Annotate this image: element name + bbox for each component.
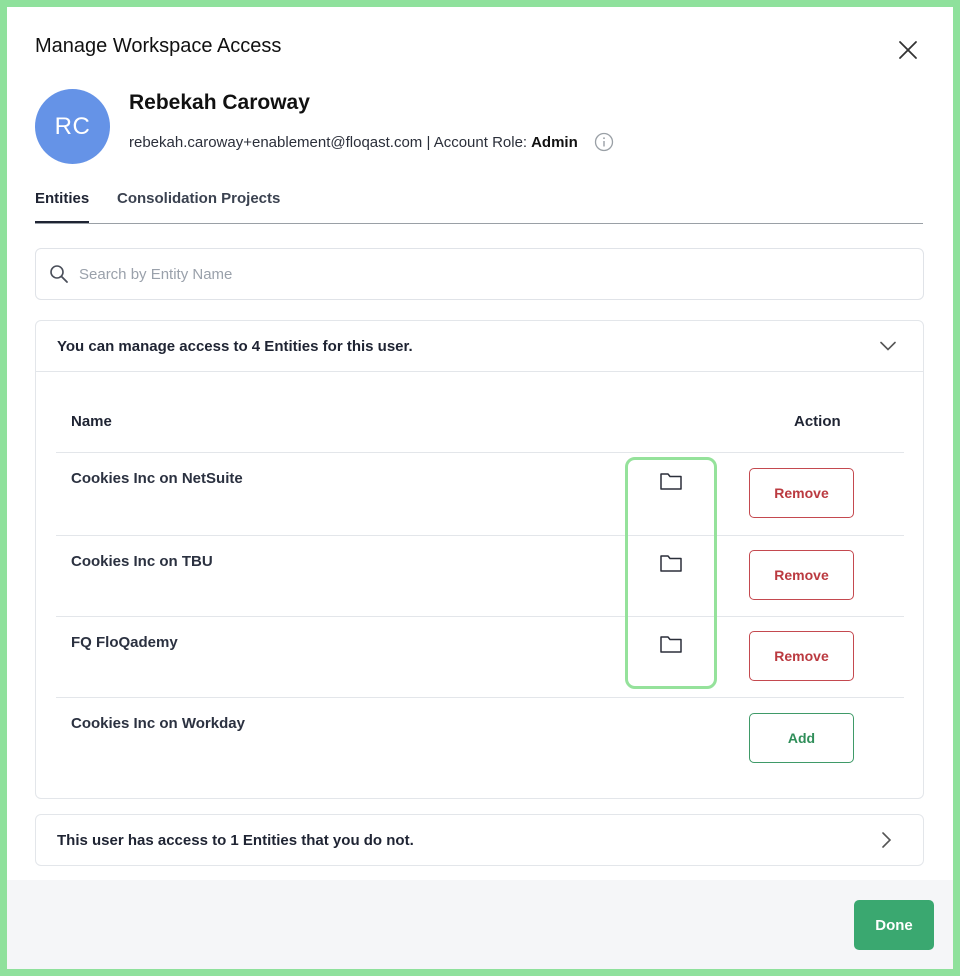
managed-entities-panel: You can manage access to 4 Entities for … [35, 320, 924, 799]
user-meta: rebekah.caroway+enablement@floqast.com |… [129, 132, 614, 152]
row-divider [56, 535, 904, 536]
managed-entities-summary: You can manage access to 4 Entities for … [57, 337, 413, 355]
account-role: Admin [531, 133, 578, 151]
folder-icon[interactable] [659, 633, 683, 655]
entity-name: Cookies Inc on TBU [71, 553, 213, 570]
folder-icon[interactable] [659, 470, 683, 492]
tab-entities[interactable]: Entities [35, 190, 90, 223]
column-header-action: Action [794, 413, 841, 430]
entity-name: FQ FloQademy [71, 634, 178, 651]
modal-footer: Done [7, 880, 953, 969]
tab-bar: Entities Consolidation Projects [35, 187, 923, 224]
folder-icon[interactable] [659, 552, 683, 574]
remove-button[interactable]: Remove [749, 468, 854, 518]
close-icon [899, 41, 917, 59]
row-divider [56, 616, 904, 617]
unmanaged-entities-panel[interactable]: This user has access to 1 Entities that … [35, 814, 924, 866]
entity-name: Cookies Inc on Workday [71, 715, 245, 732]
remove-button[interactable]: Remove [749, 550, 854, 600]
manage-access-modal: Manage Workspace Access RC Rebekah Carow… [7, 7, 953, 969]
column-header-name: Name [71, 413, 112, 430]
chevron-down-icon [879, 337, 897, 355]
close-button[interactable] [895, 37, 921, 63]
search-icon [49, 264, 69, 284]
remove-button[interactable]: Remove [749, 631, 854, 681]
row-divider [56, 452, 904, 453]
unmanaged-entities-summary: This user has access to 1 Entities that … [57, 831, 414, 849]
info-icon[interactable] [594, 132, 614, 152]
modal-title: Manage Workspace Access [35, 35, 282, 57]
add-button[interactable]: Add [749, 713, 854, 763]
entity-name: Cookies Inc on NetSuite [71, 470, 243, 487]
row-divider [56, 697, 904, 698]
user-name: Rebekah Caroway [129, 91, 310, 114]
tab-consolidation-projects[interactable]: Consolidation Projects [117, 190, 280, 221]
managed-entities-header[interactable]: You can manage access to 4 Entities for … [36, 321, 923, 372]
user-email-role-label: rebekah.caroway+enablement@floqast.com |… [129, 133, 528, 151]
search-input[interactable] [79, 265, 899, 283]
avatar: RC [35, 89, 110, 164]
chevron-right-icon [877, 831, 895, 849]
search-box [35, 248, 924, 300]
done-button[interactable]: Done [854, 900, 934, 950]
